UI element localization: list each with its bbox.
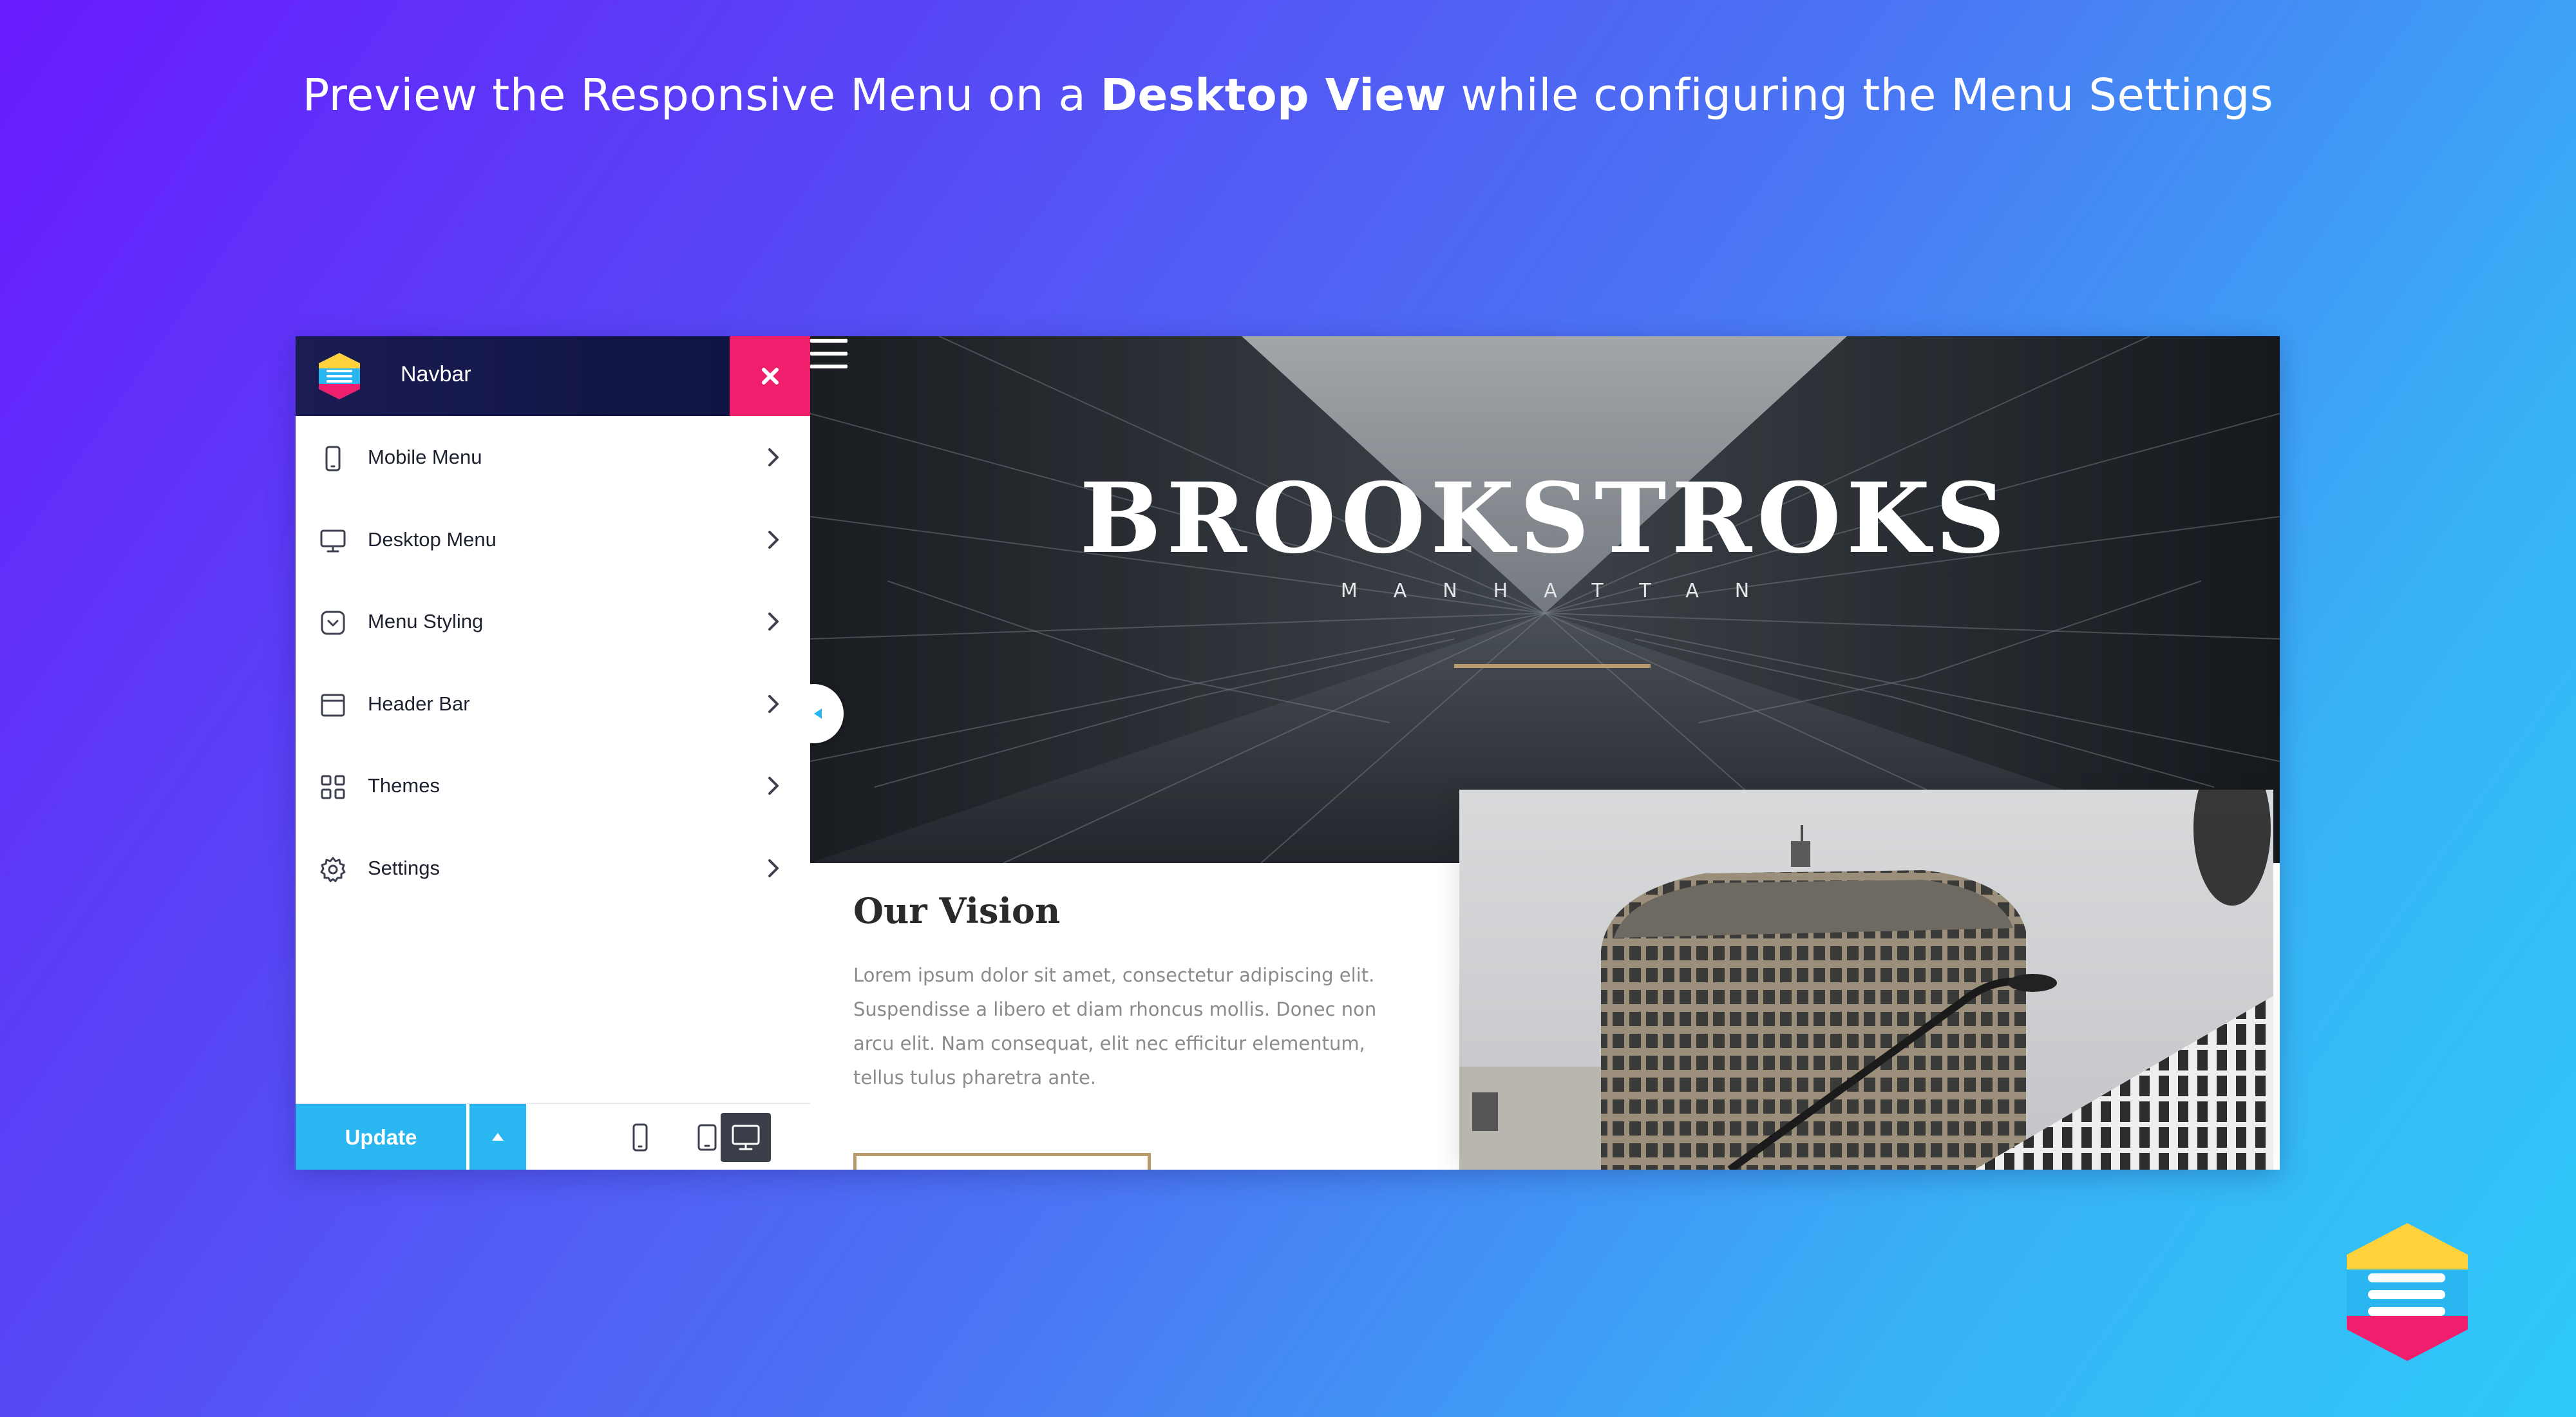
menu-item-menu-styling[interactable]: Menu Styling bbox=[296, 580, 810, 663]
menu-item-themes[interactable]: Themes bbox=[296, 745, 810, 827]
divider bbox=[1454, 664, 1651, 668]
headline-bold-text: Desktop View bbox=[1100, 70, 1446, 121]
navbar-settings-panel: Navbar Mobile Menu Desktop Menu Menu Sty… bbox=[296, 336, 810, 1170]
menu-item-label: Menu Styling bbox=[368, 610, 484, 632]
panel-header: Navbar bbox=[296, 336, 810, 416]
app-screenshot: Navbar Mobile Menu Desktop Menu Menu Sty… bbox=[296, 336, 2280, 1170]
panel-footer: Update bbox=[296, 1103, 810, 1170]
settings-menu: Mobile Menu Desktop Menu Menu Styling He… bbox=[296, 416, 810, 909]
menu-styling-icon bbox=[321, 611, 345, 635]
hero-section: BROOKSTROKS MANHATTAN bbox=[810, 336, 2280, 863]
page-headline: Preview the Responsive Menu on a Desktop… bbox=[0, 70, 2576, 121]
menu-item-label: Header Bar bbox=[368, 692, 470, 715]
device-mobile-button[interactable] bbox=[615, 1113, 665, 1162]
app-logo-icon bbox=[319, 353, 360, 399]
vision-paragraph: Lorem ipsum dolor sit amet, consectetur … bbox=[853, 964, 1377, 1089]
website-preview: BROOKSTROKS MANHATTAN Our Vision Lorem i… bbox=[810, 336, 2280, 1170]
themes-icon bbox=[321, 775, 345, 799]
mobile-icon bbox=[632, 1123, 648, 1152]
header-bar-icon bbox=[321, 694, 345, 716]
chevron-right-icon bbox=[768, 448, 779, 466]
update-button[interactable]: Update bbox=[296, 1104, 466, 1170]
building-photo bbox=[1459, 790, 2273, 1170]
menu-item-label: Themes bbox=[368, 774, 440, 797]
device-desktop-button[interactable] bbox=[721, 1113, 771, 1162]
vision-read-more-button[interactable] bbox=[853, 1153, 1151, 1170]
chevron-right-icon bbox=[768, 694, 779, 713]
menu-item-mobile-menu[interactable]: Mobile Menu bbox=[296, 416, 810, 499]
headline-text-end: while configuring the Menu Settings bbox=[1446, 70, 2274, 121]
menu-item-settings[interactable]: Settings bbox=[296, 827, 810, 909]
gear-icon bbox=[320, 857, 346, 882]
mobile-icon bbox=[325, 446, 341, 471]
update-options-button[interactable] bbox=[469, 1104, 526, 1170]
vision-heading: Our Vision bbox=[853, 890, 1061, 931]
brand-subtitle: MANHATTAN bbox=[1340, 580, 1786, 602]
building-image bbox=[1459, 790, 2273, 1170]
panel-title: Navbar bbox=[401, 362, 471, 386]
tablet-icon bbox=[697, 1124, 717, 1151]
hamburger-menu-icon[interactable] bbox=[810, 336, 848, 371]
chevron-right-icon bbox=[768, 530, 779, 549]
desktop-icon bbox=[320, 529, 346, 552]
caret-left-icon bbox=[814, 708, 822, 719]
chevron-right-icon bbox=[768, 777, 779, 795]
menu-item-header-bar[interactable]: Header Bar bbox=[296, 663, 810, 745]
headline-text: Preview the Responsive Menu on a bbox=[302, 70, 1101, 121]
chevron-right-icon bbox=[768, 613, 779, 631]
caret-up-icon bbox=[492, 1133, 504, 1141]
collapse-panel-button[interactable] bbox=[810, 684, 844, 743]
brand-logo-icon bbox=[2347, 1223, 2468, 1361]
close-button[interactable] bbox=[730, 336, 810, 416]
menu-item-desktop-menu[interactable]: Desktop Menu bbox=[296, 499, 810, 581]
desktop-icon bbox=[732, 1125, 760, 1150]
chevron-right-icon bbox=[768, 859, 779, 877]
menu-item-label: Settings bbox=[368, 856, 440, 879]
menu-item-label: Desktop Menu bbox=[368, 528, 497, 551]
menu-item-label: Mobile Menu bbox=[368, 446, 482, 468]
close-icon bbox=[761, 368, 779, 385]
brand-title: BROOKSTROKS bbox=[1079, 462, 2011, 575]
